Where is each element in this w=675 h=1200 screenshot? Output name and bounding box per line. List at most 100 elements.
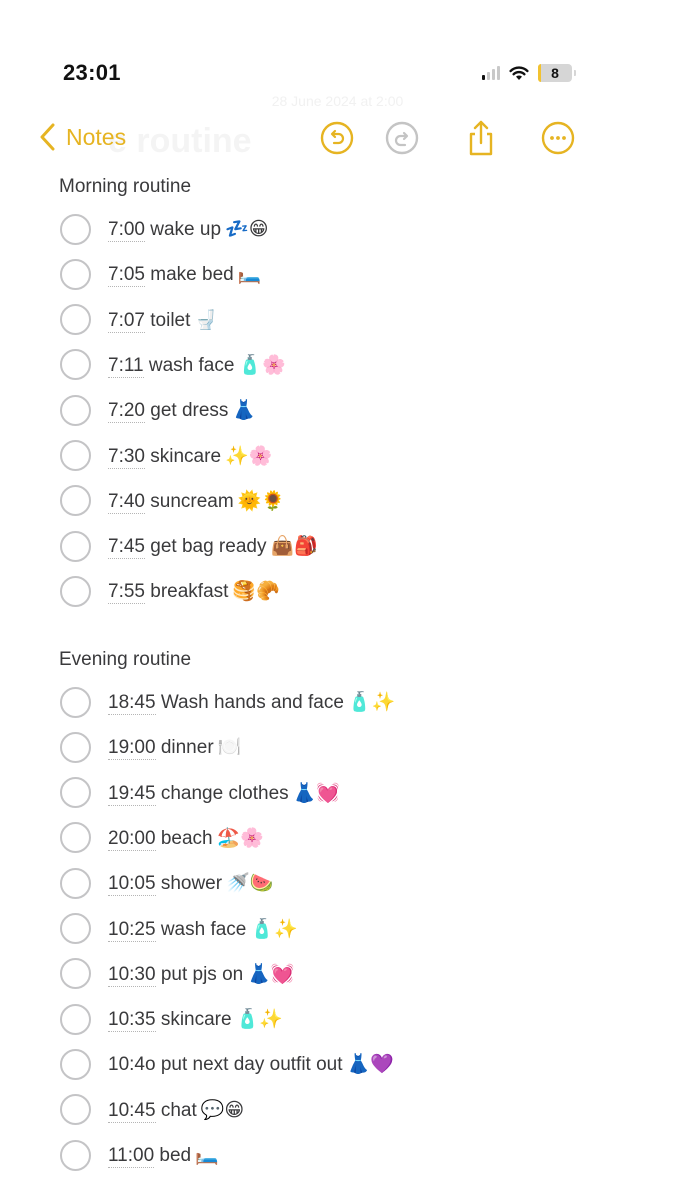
emoji-icon: 💬😁 xyxy=(200,1099,245,1121)
back-label: Notes xyxy=(66,123,127,150)
back-button[interactable]: Notes xyxy=(38,122,126,152)
time-link[interactable]: 7:55 xyxy=(108,581,145,605)
checklist-item[interactable]: 19:00 dinner 🍽️ xyxy=(60,730,241,764)
item-label: shower xyxy=(155,873,223,895)
share-icon[interactable] xyxy=(463,120,499,156)
checklist-checkbox[interactable] xyxy=(60,686,91,718)
time-link[interactable]: 19:45 xyxy=(108,782,156,806)
time-link[interactable]: 18:45 xyxy=(108,692,156,715)
item-label: wake up xyxy=(144,219,222,240)
checklist-item[interactable]: 7:20 get dress 👗 xyxy=(60,393,256,427)
time-link[interactable]: 7:00 xyxy=(108,219,145,242)
checklist-checkbox[interactable] xyxy=(60,1048,91,1080)
time-link[interactable]: 7:20 xyxy=(108,400,145,424)
cellular-signal-icon xyxy=(482,66,500,80)
checklist-item[interactable]: 11:00 bed 🛏️ xyxy=(60,1138,219,1172)
checklist-item-text[interactable]: 18:45 Wash hands and face 🧴✨ xyxy=(108,690,395,715)
checklist-item[interactable]: 10:25 wash face 🧴✨ xyxy=(60,912,298,946)
checklist-item[interactable]: 7:05 make bed 🛏️ xyxy=(60,257,261,291)
checklist-item-text[interactable]: 20:00 beach 🏖️🌸 xyxy=(108,826,264,851)
emoji-icon: 🛏️ xyxy=(195,1145,219,1166)
status-icons: 8 xyxy=(482,64,576,82)
emoji-icon: 🛏️ xyxy=(237,264,262,286)
checklist-checkbox[interactable] xyxy=(60,349,91,381)
emoji-icon: 👗💜 xyxy=(346,1054,394,1076)
checklist-item-text[interactable]: 7:05 make bed 🛏️ xyxy=(108,262,262,288)
checklist-item-text[interactable]: 19:45 change clothes 👗💓 xyxy=(108,781,340,806)
status-time: 23:01 xyxy=(63,60,121,85)
checklist-item-text[interactable]: 7:30 skincare ✨🌸 xyxy=(108,444,273,469)
more-icon[interactable] xyxy=(540,120,576,156)
checklist-item-text[interactable]: 7:20 get dress 👗 xyxy=(108,398,256,424)
checklist-item[interactable]: 7:55 breakfast 🥞🥐 xyxy=(60,574,280,608)
checklist-checkbox[interactable] xyxy=(60,913,91,944)
checklist-checkbox[interactable] xyxy=(60,394,91,426)
checklist-item-text[interactable]: 19:00 dinner 🍽️ xyxy=(108,735,241,761)
checklist-checkbox[interactable] xyxy=(60,958,91,990)
checklist-item[interactable]: 7:40 suncream 🌞🌻 xyxy=(60,484,285,518)
checklist-checkbox[interactable] xyxy=(60,731,91,763)
checklist-item-text[interactable]: 7:40 suncream 🌞🌻 xyxy=(108,489,286,514)
redo-icon[interactable] xyxy=(384,120,420,156)
checklist-checkbox[interactable] xyxy=(60,440,91,471)
checklist-item[interactable]: 10:35 skincare 🧴✨ xyxy=(60,1002,283,1036)
checklist-item[interactable]: 10:30 put pjs on 👗💓 xyxy=(60,957,295,991)
checklist-checkbox[interactable] xyxy=(60,304,91,336)
checklist-item[interactable]: 7:30 skincare ✨🌸 xyxy=(60,439,272,473)
checklist-checkbox[interactable] xyxy=(60,1094,91,1126)
checklist-item-text[interactable]: 7:07 toilet 🚽 xyxy=(108,308,218,333)
checklist-checkbox[interactable] xyxy=(60,485,91,517)
item-label: put pjs on xyxy=(155,963,244,985)
checklist-item[interactable]: 18:45 Wash hands and face 🧴✨ xyxy=(60,685,395,719)
emoji-icon: ✨🌸 xyxy=(225,445,273,467)
time-link[interactable]: 10:05 xyxy=(108,873,156,897)
time-link[interactable]: 7:45 xyxy=(108,536,145,560)
checklist-item[interactable]: 7:00 wake up 💤😁 xyxy=(60,212,269,246)
checklist-item[interactable]: 7:45 get bag ready 👜🎒 xyxy=(60,529,318,563)
time-link[interactable]: 10:30 xyxy=(108,963,156,987)
checklist-item[interactable]: 10:45 chat 💬😁 xyxy=(60,1093,244,1127)
checklist-item[interactable]: 7:07 toilet 🚽 xyxy=(60,303,218,337)
checklist-item-text[interactable]: 7:11 wash face 🧴🌸 xyxy=(108,353,286,378)
checklist-item-text[interactable]: 11:00 bed 🛏️ xyxy=(108,1143,219,1168)
checklist-item-text[interactable]: 7:00 wake up 💤😁 xyxy=(108,217,269,242)
time-link[interactable]: 19:00 xyxy=(108,737,156,761)
checklist-item-text[interactable]: 10:35 skincare 🧴✨ xyxy=(108,1007,283,1033)
item-label: make bed xyxy=(144,264,234,286)
checklist-checkbox[interactable] xyxy=(60,258,91,290)
checklist-item-text[interactable]: 10:25 wash face 🧴✨ xyxy=(108,917,298,942)
time-link[interactable]: 11:00 xyxy=(108,1145,155,1168)
checklist-item-text[interactable]: 10:45 chat 💬😁 xyxy=(108,1098,245,1123)
emoji-icon: 👗💓 xyxy=(247,963,295,985)
checklist-checkbox[interactable] xyxy=(60,867,91,899)
checklist-checkbox[interactable] xyxy=(60,530,91,562)
time-link[interactable]: 7:05 xyxy=(108,264,145,288)
emoji-icon: 🌞🌻 xyxy=(237,490,286,512)
time-link[interactable]: 20:00 xyxy=(108,827,156,851)
checklist-checkbox[interactable] xyxy=(60,1003,91,1035)
checklist-item[interactable]: 7:11 wash face 🧴🌸 xyxy=(60,348,286,382)
checklist-checkbox[interactable] xyxy=(60,777,91,809)
checklist-item[interactable]: 19:45 change clothes 👗💓 xyxy=(60,776,340,810)
checklist-checkbox[interactable] xyxy=(60,822,91,854)
checklist-item-text[interactable]: 7:45 get bag ready 👜🎒 xyxy=(108,534,318,560)
checklist-item-text[interactable]: 7:55 breakfast 🥞🥐 xyxy=(108,579,280,605)
time-link[interactable]: 10:35 xyxy=(108,1009,156,1033)
undo-icon[interactable] xyxy=(319,120,355,156)
checklist-item[interactable]: 10:05 shower 🚿🍉 xyxy=(60,866,273,900)
time-link[interactable]: 7:30 xyxy=(108,445,145,469)
checklist-item-text[interactable]: 10:05 shower 🚿🍉 xyxy=(108,871,273,897)
time-link[interactable]: 7:07 xyxy=(108,309,145,333)
time-link[interactable]: 10:45 xyxy=(108,1099,156,1123)
time-link[interactable]: 7:40 xyxy=(108,490,145,514)
checklist-item-text[interactable]: 10:4o put next day outfit out 👗💜 xyxy=(108,1052,394,1076)
time-link[interactable]: 10:25 xyxy=(108,918,156,942)
checklist-item-text[interactable]: 10:30 put pjs on 👗💓 xyxy=(108,962,295,987)
checklist-checkbox[interactable] xyxy=(60,1139,91,1171)
checklist-item[interactable]: 20:00 beach 🏖️🌸 xyxy=(60,821,264,855)
checklist-item[interactable]: 10:4o put next day outfit out 👗💜 xyxy=(60,1047,394,1081)
checklist-checkbox[interactable] xyxy=(60,575,91,607)
emoji-icon: 🧴🌸 xyxy=(238,354,286,376)
time-link[interactable]: 7:11 xyxy=(108,354,144,378)
checklist-checkbox[interactable] xyxy=(60,213,91,245)
